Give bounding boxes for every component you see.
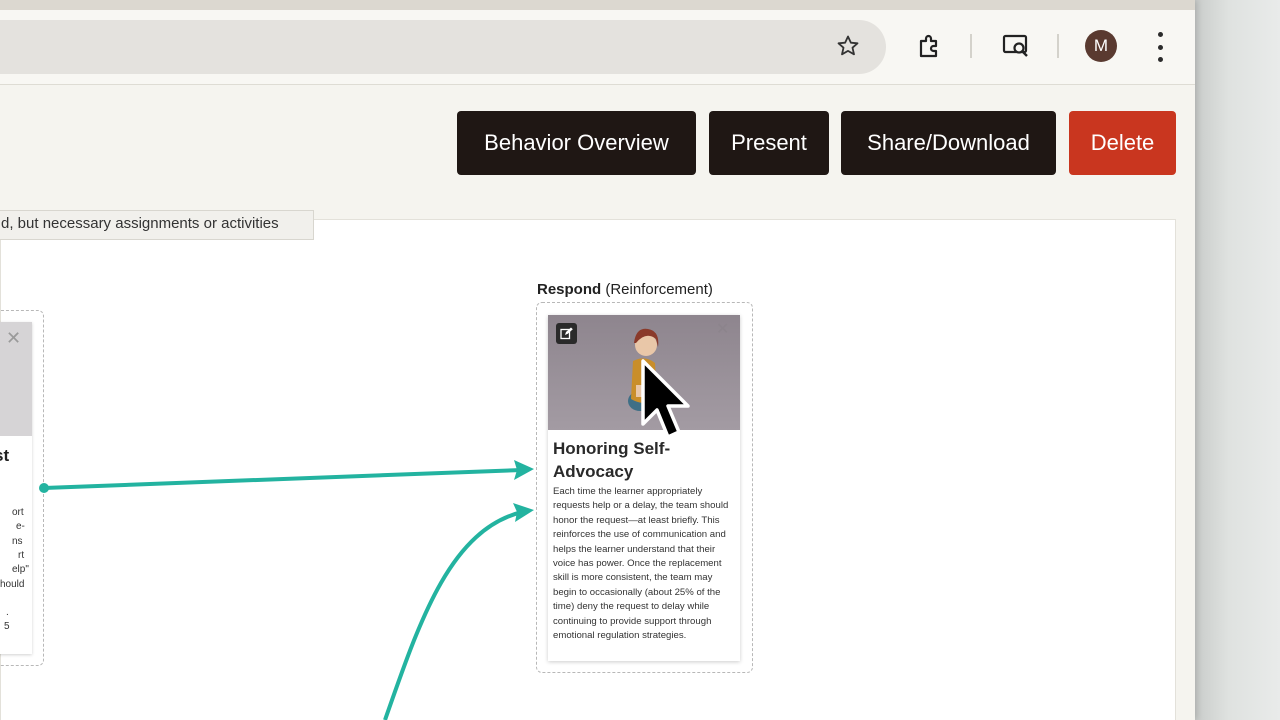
browser-window: M Behavior Overview Present Share/Downlo… [0, 0, 1195, 720]
connector-arrows [39, 460, 534, 720]
connector-arrow-straight [39, 460, 534, 493]
desktop-background [1195, 0, 1280, 720]
mouse-cursor-icon [641, 359, 690, 439]
connector-arrow-curved [383, 503, 534, 720]
